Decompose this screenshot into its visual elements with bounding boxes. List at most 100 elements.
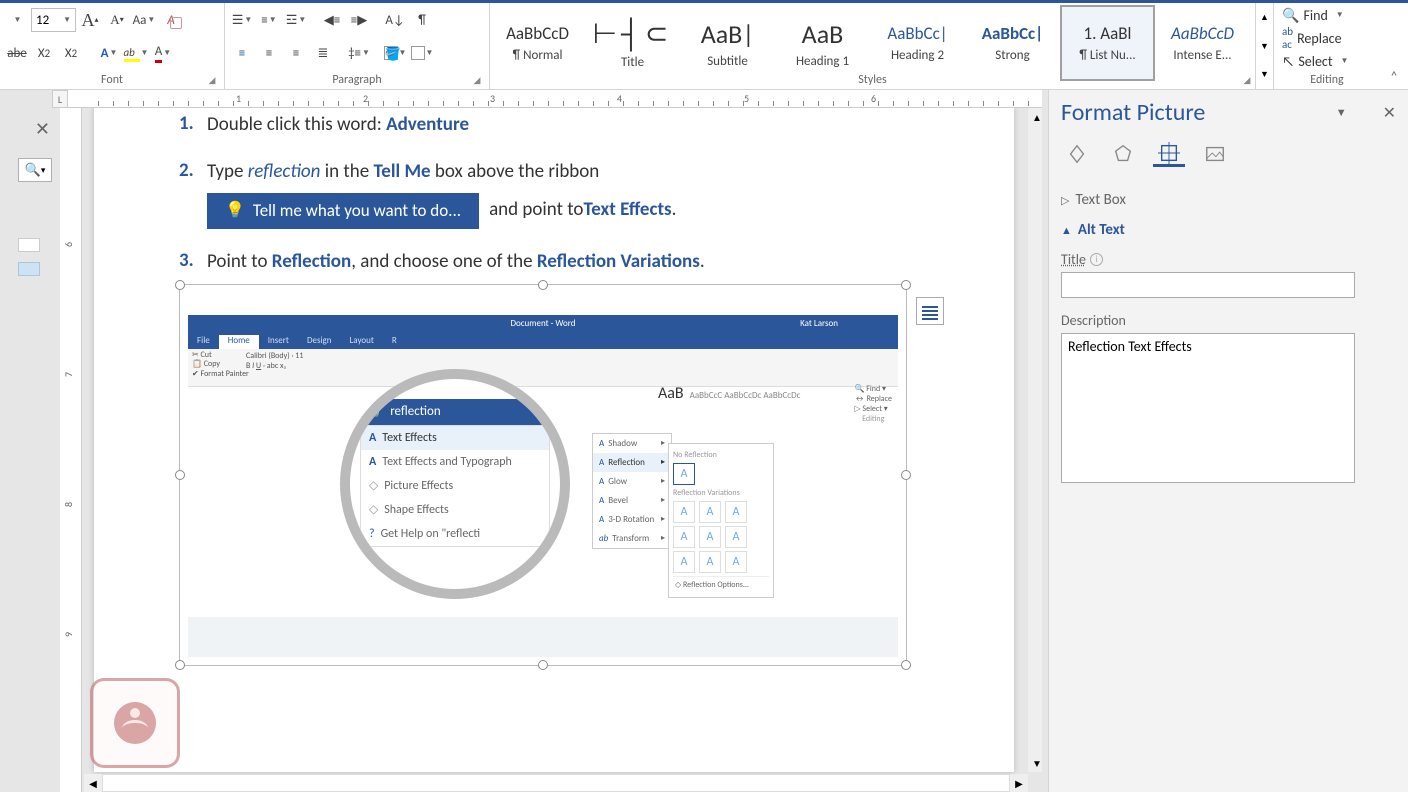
style--normal[interactable]: AaBbCcD¶ Normal	[490, 5, 585, 81]
resize-handle[interactable]	[538, 660, 548, 670]
shape-icon: ◇	[369, 502, 378, 517]
embedded-image-selected[interactable]: Document - Word Kat Larson FileHomeInser…	[179, 284, 907, 666]
highlight-color[interactable]: ab▼	[123, 40, 149, 66]
inner-clipboard: ✂ Cut 📋 Copy ✔ Format Painter	[192, 351, 249, 380]
close-pane[interactable]: ✕	[1383, 103, 1396, 123]
document-page[interactable]: 1. Double click this word: Adventure 2. …	[94, 108, 1014, 772]
font-dialog-launcher[interactable]: ◢	[206, 75, 218, 87]
clear-formatting[interactable]: A	[158, 7, 184, 33]
layout-options-button[interactable]	[916, 297, 944, 325]
font-size-input[interactable]: 12▼	[31, 8, 76, 32]
scroll-track[interactable]	[102, 774, 1010, 792]
vertical-ruler[interactable]: 6 7 8 9	[60, 108, 82, 792]
step-2-text: Type reflection in the Tell Me box above…	[207, 159, 984, 229]
vertical-scrollbar[interactable]: ▲ ▼	[1028, 108, 1042, 772]
text-effects[interactable]: A▼	[96, 40, 122, 66]
style-strong[interactable]: AaBbCc|Strong	[965, 5, 1060, 81]
select-button[interactable]: ↖Select▼	[1282, 51, 1372, 71]
page-thumbnail-2[interactable]	[18, 262, 40, 276]
close-nav-pane[interactable]: ✕	[35, 118, 50, 140]
pane-category-icons	[1061, 141, 1396, 167]
style-heading-2[interactable]: AaBbCc|Heading 2	[870, 5, 965, 81]
change-case[interactable]: Aa▼	[131, 7, 157, 33]
textbox-section[interactable]: ▷Text Box	[1061, 185, 1396, 215]
styles-dialog-launcher[interactable]: ◢	[1241, 75, 1253, 87]
alt-text-description-input[interactable]	[1061, 333, 1355, 483]
align-left[interactable]: ≡	[229, 40, 255, 66]
reflection-flyout: No Reflection A Reflection Variations AA…	[668, 443, 774, 598]
justify[interactable]: ≣	[310, 40, 336, 66]
resize-handle[interactable]	[901, 660, 911, 670]
paragraph-dialog-launcher[interactable]: ◢	[471, 75, 483, 87]
horizontal-scrollbar[interactable]: ◀ ▶	[84, 774, 1028, 792]
scroll-right[interactable]: ▶	[1010, 774, 1028, 792]
effects-icon[interactable]	[1107, 141, 1139, 167]
styles-more[interactable]: ▼	[1256, 60, 1273, 89]
borders[interactable]: ▼	[409, 40, 435, 66]
style--list-nu-[interactable]: 1. AaBl¶ List Nu...	[1060, 5, 1155, 81]
grow-font[interactable]: A▴	[77, 7, 103, 33]
paragraph-group-label: Paragraph◢	[229, 71, 485, 89]
style-subtitle[interactable]: AaB|Subtitle	[680, 5, 775, 81]
accessibility-badge[interactable]	[90, 678, 180, 768]
numbering[interactable]: ≡▼	[256, 7, 282, 33]
resize-handle[interactable]	[175, 280, 185, 290]
styles-scroll: ▲ ▼ ▼	[1255, 3, 1273, 89]
layout-properties-icon[interactable]	[1153, 141, 1185, 167]
inner-editing: 🔍 Find ▾ ↔ Replace ▷ Select ▾ Editing	[854, 384, 892, 424]
subscript[interactable]: X2	[31, 40, 57, 66]
styles-down[interactable]: ▼	[1256, 32, 1273, 61]
inner-tab-home: Home	[219, 335, 259, 349]
resize-handle[interactable]	[901, 280, 911, 290]
bullets[interactable]: ☰▼	[229, 7, 255, 33]
find-button[interactable]: 🔍Find▼	[1282, 5, 1372, 25]
scroll-left[interactable]: ◀	[84, 774, 102, 792]
embedded-screenshot: Document - Word Kat Larson FileHomeInser…	[188, 315, 898, 657]
info-icon[interactable]: i	[1090, 253, 1103, 266]
collapse-ribbon[interactable]: ˄	[1380, 3, 1408, 89]
text-effect-icon: A	[369, 431, 376, 445]
increase-indent[interactable]: ≡▶	[346, 7, 372, 33]
help-icon: ?	[369, 527, 375, 541]
decrease-indent[interactable]: ◀≡	[319, 7, 345, 33]
inner-tab-layout: Layout	[341, 335, 383, 349]
shrink-font[interactable]: A▾	[104, 7, 130, 33]
workarea: ✕ 🔍▾ L 1 2 3 4 5 6 6 7 8 9 1.	[0, 90, 1408, 792]
alt-text-title-input[interactable]	[1061, 272, 1355, 298]
resize-handle[interactable]	[175, 660, 185, 670]
inner-tab-design: Design	[298, 335, 341, 349]
pane-options-dropdown[interactable]: ▼	[1336, 106, 1347, 119]
resize-handle[interactable]	[538, 280, 548, 290]
line-spacing[interactable]: ‡≡▼	[346, 40, 372, 66]
font-name-dropdown[interactable]: ▼	[4, 7, 30, 33]
superscript[interactable]: X2	[58, 40, 84, 66]
font-color[interactable]: A▼	[150, 40, 176, 66]
page-thumbnail-1[interactable]	[18, 238, 40, 252]
scroll-down[interactable]: ▼	[1028, 754, 1042, 772]
multilevel-list[interactable]: ☲▼	[283, 7, 309, 33]
step-3-number: 3.	[179, 249, 207, 276]
fill-line-icon[interactable]	[1061, 141, 1093, 167]
text-effects-flyout: AShadow▸ AReflection▸ AGlow▸ ABevel▸ A3-…	[592, 433, 672, 549]
tab-selector[interactable]: L	[52, 90, 68, 108]
strikethrough[interactable]: abe	[4, 40, 30, 66]
resize-handle[interactable]	[901, 470, 911, 480]
shading[interactable]: 🪣▼	[382, 40, 408, 66]
style-title[interactable]: ⊢┤⊂Title	[585, 5, 680, 81]
style-heading-1[interactable]: AaBHeading 1	[775, 5, 870, 81]
align-right[interactable]: ≡	[283, 40, 309, 66]
style-intense-e-[interactable]: AaBbCcDIntense E...	[1155, 5, 1250, 81]
step-2-number: 2.	[179, 159, 207, 229]
step-1-text: Double click this word: Adventure	[207, 112, 984, 139]
show-hide-marks[interactable]: ¶	[409, 7, 435, 33]
scroll-up[interactable]: ▲	[1028, 108, 1042, 126]
alttext-section[interactable]: ▲Alt Text	[1061, 215, 1396, 245]
sort[interactable]: A↓	[382, 7, 408, 33]
resize-handle[interactable]	[175, 470, 185, 480]
picture-icon[interactable]	[1199, 141, 1231, 167]
styles-up[interactable]: ▲	[1256, 3, 1273, 32]
horizontal-ruler[interactable]: L 1 2 3 4 5 6	[68, 90, 1042, 108]
replace-button[interactable]: abacReplace	[1282, 25, 1372, 51]
align-center[interactable]: ≡	[256, 40, 282, 66]
nav-search[interactable]: 🔍▾	[18, 158, 52, 182]
